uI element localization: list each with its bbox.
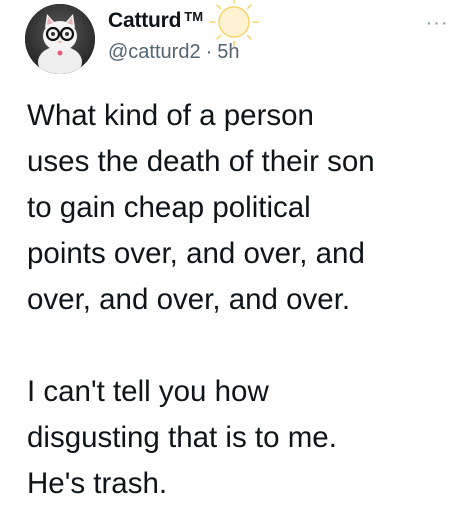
- more-options-icon[interactable]: ···: [424, 13, 450, 33]
- separator-dot: ·: [205, 41, 213, 63]
- trademark-mark: TM: [184, 8, 204, 24]
- handle[interactable]: @catturd2: [108, 41, 201, 64]
- tweet-paragraph: What kind of a person uses the death of …: [27, 99, 375, 316]
- tweet: Catturd TM @catturd2 · 5h ··· What kind …: [0, 0, 469, 500]
- display-name-row[interactable]: Catturd TM: [108, 6, 203, 36]
- display-name[interactable]: Catturd: [108, 9, 181, 33]
- timestamp[interactable]: 5h: [217, 41, 239, 64]
- tweet-paragraph: I can't tell you how disgusting that is …: [27, 375, 337, 500]
- handle-row: @catturd2 · 5h: [108, 41, 240, 64]
- cat-avatar-icon: [25, 4, 95, 74]
- avatar[interactable]: [25, 4, 95, 74]
- tweet-text: What kind of a person uses the death of …: [27, 93, 457, 507]
